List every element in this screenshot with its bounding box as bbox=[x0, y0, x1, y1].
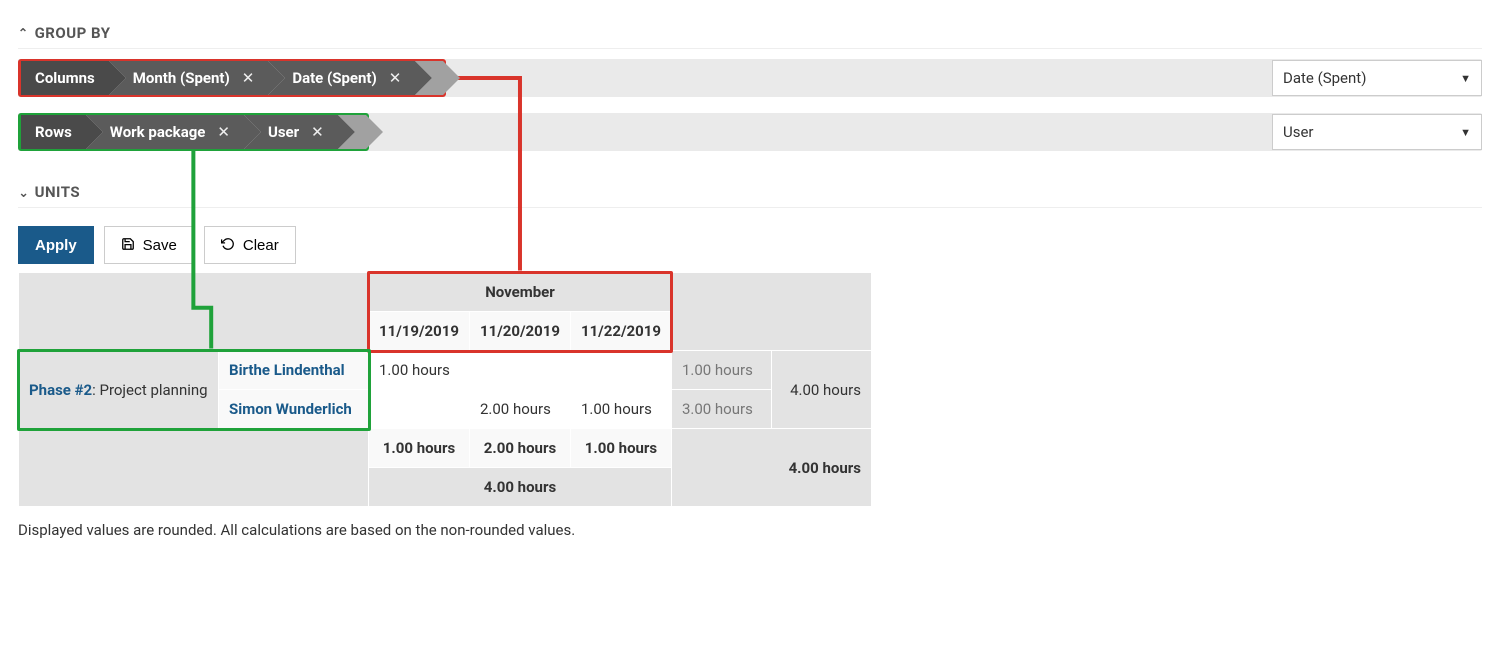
chevron-down-icon: ⌃ bbox=[18, 185, 29, 199]
cell-value bbox=[570, 351, 671, 390]
units-header[interactable]: ⌃ UNITS bbox=[18, 177, 1482, 208]
chevron-down-icon: ▼ bbox=[1460, 126, 1471, 139]
rows-dimension-select[interactable]: User ▼ bbox=[1272, 114, 1482, 150]
units-title: UNITS bbox=[35, 183, 81, 201]
cell-value: 2.00 hours bbox=[469, 390, 570, 429]
close-icon[interactable]: ✕ bbox=[217, 123, 230, 141]
col-total-0: 1.00 hours bbox=[369, 429, 470, 468]
cell-value bbox=[469, 351, 570, 390]
row-header-work-package[interactable]: Phase #2: Project planning bbox=[19, 351, 219, 429]
columns-chip-date-spent[interactable]: Date (Spent) ✕ bbox=[268, 61, 415, 95]
rows-label-crumb: Rows bbox=[21, 115, 86, 149]
columns-breadcrumb: Columns Month (Spent) ✕ Date (Spent) ✕ bbox=[18, 59, 446, 97]
group-by-rows-row: Rows Work package ✕ User ✕ User ▼ bbox=[18, 113, 1482, 151]
work-package-link[interactable]: Phase #2 bbox=[29, 381, 92, 399]
footnote-text: Displayed values are rounded. All calcul… bbox=[18, 521, 1482, 539]
chevron-up-icon: ⌃ bbox=[18, 26, 29, 40]
close-icon[interactable]: ✕ bbox=[311, 123, 324, 141]
col-header-date-1: 11/20/2019 bbox=[469, 312, 570, 351]
save-button[interactable]: Save bbox=[104, 226, 194, 264]
close-icon[interactable]: ✕ bbox=[242, 69, 255, 87]
row-total-user-0: 1.00 hours bbox=[671, 351, 771, 390]
row-total-user-1: 3.00 hours bbox=[671, 390, 771, 429]
row-header-user-1[interactable]: Simon Wunderlich bbox=[219, 390, 369, 429]
col-header-month: November bbox=[369, 273, 672, 312]
report-table: November 11/19/2019 11/20/2019 11/22/201… bbox=[18, 272, 872, 507]
columns-chip-month-spent[interactable]: Month (Spent) ✕ bbox=[109, 61, 269, 95]
group-by-header[interactable]: ⌃ GROUP BY bbox=[18, 18, 1482, 49]
clear-button[interactable]: Clear bbox=[204, 226, 296, 264]
chevron-down-icon: ▼ bbox=[1460, 72, 1471, 85]
save-icon bbox=[121, 237, 135, 254]
columns-label-crumb: Columns bbox=[21, 61, 109, 95]
undo-icon bbox=[221, 237, 235, 254]
columns-select-value: Date (Spent) bbox=[1283, 69, 1366, 87]
rows-breadcrumb: Rows Work package ✕ User ✕ bbox=[18, 113, 369, 151]
rows-chip-work-package[interactable]: Work package ✕ bbox=[86, 115, 244, 149]
col-total-1: 2.00 hours bbox=[469, 429, 570, 468]
cell-value bbox=[369, 390, 470, 429]
col-header-date-0: 11/19/2019 bbox=[369, 312, 470, 351]
col-total-2: 1.00 hours bbox=[570, 429, 671, 468]
columns-dimension-select[interactable]: Date (Spent) ▼ bbox=[1272, 60, 1482, 96]
grand-total: 4.00 hours bbox=[671, 429, 871, 507]
cell-value: 1.00 hours bbox=[570, 390, 671, 429]
close-icon[interactable]: ✕ bbox=[389, 69, 402, 87]
cell-value: 1.00 hours bbox=[369, 351, 470, 390]
apply-button[interactable]: Apply bbox=[18, 226, 94, 264]
rows-select-value: User bbox=[1283, 123, 1314, 141]
group-by-title: GROUP BY bbox=[35, 24, 111, 42]
col-header-date-2: 11/22/2019 bbox=[570, 312, 671, 351]
month-total: 4.00 hours bbox=[369, 468, 672, 507]
row-total-wp: 4.00 hours bbox=[771, 351, 871, 429]
row-header-user-0[interactable]: Birthe Lindenthal bbox=[219, 351, 369, 390]
group-by-columns-row: Columns Month (Spent) ✕ Date (Spent) ✕ D… bbox=[18, 59, 1482, 97]
